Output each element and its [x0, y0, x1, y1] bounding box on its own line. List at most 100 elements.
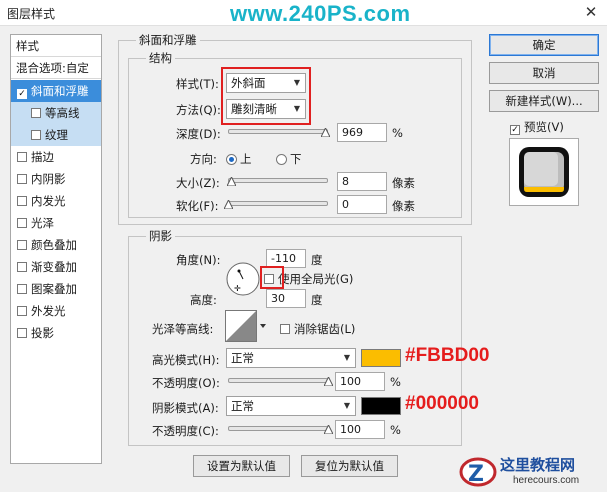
anti-alias-checkbox[interactable]: 消除锯齿(L): [280, 321, 355, 337]
list-item-contour[interactable]: 等高线: [11, 102, 101, 124]
checkbox-contour[interactable]: [31, 108, 41, 118]
soften-unit: 像素: [392, 199, 415, 213]
list-item-satin[interactable]: 光泽: [11, 212, 101, 234]
list-item-label: 投影: [31, 326, 54, 340]
list-item-label: 等高线: [45, 106, 80, 120]
gloss-contour-picker[interactable]: [225, 310, 267, 342]
checkbox-texture[interactable]: [31, 130, 41, 140]
size-label: 大小(Z):: [176, 176, 220, 190]
cancel-button[interactable]: 取消: [489, 62, 599, 84]
direction-down-label: 下: [290, 152, 302, 166]
highlight-mode-select[interactable]: 正常 ▼: [226, 348, 356, 368]
shadow-opacity-unit: %: [390, 423, 401, 437]
checkbox-inner-shadow[interactable]: [17, 174, 27, 184]
list-item-styles[interactable]: 样式: [11, 35, 101, 57]
preview-label: 预览(V): [524, 120, 564, 134]
ok-button[interactable]: 确定: [489, 34, 599, 56]
checkbox-inner-glow[interactable]: [17, 196, 27, 206]
altitude-input[interactable]: 30: [266, 289, 306, 308]
highlight-mode-value: 正常: [231, 351, 254, 365]
style-list: 样式 混合选项:自定 ✓ 斜面和浮雕 等高线 纹理 描边 内阴影 内发光 光泽 颜…: [10, 34, 102, 464]
radio-off-icon: [276, 154, 287, 165]
list-item-label: 颜色叠加: [31, 238, 77, 252]
highlight-box-global-light: [260, 266, 284, 289]
list-item-label: 描边: [31, 150, 54, 164]
list-item-color-overlay[interactable]: 颜色叠加: [11, 234, 101, 256]
soften-slider-thumb[interactable]: [223, 200, 233, 209]
svg-text:Z: Z: [468, 462, 484, 487]
chevron-down-icon: ▼: [343, 401, 350, 410]
list-item-label: 外发光: [31, 304, 66, 318]
depth-slider-thumb[interactable]: [320, 128, 330, 137]
checkbox-anti-alias: [280, 324, 290, 334]
list-item-label: 纹理: [45, 128, 68, 142]
list-item-label: 内发光: [31, 194, 66, 208]
preview-checkbox[interactable]: ✓ 预览(V): [510, 119, 564, 135]
list-item-texture[interactable]: 纹理: [11, 124, 101, 146]
list-item-bevel-emboss[interactable]: ✓ 斜面和浮雕: [11, 80, 101, 102]
highlight-opacity-thumb[interactable]: [323, 377, 333, 386]
new-style-button[interactable]: 新建样式(W)...: [489, 90, 599, 112]
depth-unit: %: [392, 126, 403, 140]
shadow-opacity-slider[interactable]: [228, 426, 328, 431]
highlight-color-swatch[interactable]: [361, 349, 401, 367]
checkbox-pattern-overlay[interactable]: [17, 284, 27, 294]
close-icon[interactable]: ✕: [579, 2, 603, 22]
angle-label: 角度(N):: [176, 253, 221, 267]
direction-up-label: 上: [240, 152, 252, 166]
list-item-inner-glow[interactable]: 内发光: [11, 190, 101, 212]
direction-down-radio[interactable]: 下: [276, 151, 302, 167]
angle-dial[interactable]: ✛: [226, 262, 260, 296]
shadow-mode-select[interactable]: 正常 ▼: [226, 396, 356, 416]
checkbox-gradient-overlay[interactable]: [17, 262, 27, 272]
size-slider-thumb[interactable]: [226, 177, 236, 186]
shadow-mode-label: 阴影模式(A):: [152, 401, 219, 415]
list-item-drop-shadow[interactable]: 投影: [11, 322, 101, 344]
depth-slider[interactable]: [228, 129, 328, 134]
direction-up-radio[interactable]: 上: [226, 151, 252, 167]
altitude-label: 高度:: [190, 293, 217, 307]
structure-title: 结构: [146, 50, 175, 66]
checkbox-color-overlay[interactable]: [17, 240, 27, 250]
checkbox-bevel-emboss[interactable]: ✓: [17, 89, 27, 99]
highlight-hex-label: #FBBD00: [405, 345, 490, 366]
checkbox-drop-shadow[interactable]: [17, 328, 27, 338]
list-item-outer-glow[interactable]: 外发光: [11, 300, 101, 322]
list-item-label: 混合选项:自定: [16, 61, 89, 75]
reset-default-button[interactable]: 复位为默认值: [301, 455, 398, 477]
shading-title: 阴影: [146, 228, 175, 244]
list-item-label: 样式: [16, 39, 39, 53]
logo-title: 这里教程网: [500, 456, 576, 474]
list-item-gradient-overlay[interactable]: 渐变叠加: [11, 256, 101, 278]
list-item-label: 斜面和浮雕: [31, 84, 89, 98]
shadow-mode-value: 正常: [231, 399, 254, 413]
depth-input[interactable]: 969: [337, 123, 387, 142]
checkbox-outer-glow[interactable]: [17, 306, 27, 316]
highlight-opacity-input[interactable]: 100: [335, 372, 385, 391]
list-item-label: 图案叠加: [31, 282, 77, 296]
highlight-mode-label: 高光模式(H):: [152, 353, 220, 367]
shadow-opacity-thumb[interactable]: [323, 425, 333, 434]
soften-slider[interactable]: [228, 201, 328, 206]
highlight-opacity-slider[interactable]: [228, 378, 328, 383]
soften-label: 软化(F):: [176, 199, 219, 213]
size-unit: 像素: [392, 176, 415, 190]
direction-label: 方向:: [190, 152, 217, 166]
list-item-blending-options[interactable]: 混合选项:自定: [11, 57, 101, 79]
list-item-stroke[interactable]: 描边: [11, 146, 101, 168]
list-item-pattern-overlay[interactable]: 图案叠加: [11, 278, 101, 300]
anti-alias-label: 消除锯齿(L): [294, 322, 356, 336]
make-default-button[interactable]: 设置为默认值: [193, 455, 290, 477]
soften-input[interactable]: 0: [337, 195, 387, 214]
preview-thumbnail-icon: [519, 147, 569, 197]
shadow-color-swatch[interactable]: [361, 397, 401, 415]
highlight-opacity-unit: %: [390, 375, 401, 389]
logo-z-icon: Z: [459, 457, 497, 487]
checkbox-stroke[interactable]: [17, 152, 27, 162]
shadow-opacity-input[interactable]: 100: [335, 420, 385, 439]
size-slider[interactable]: [228, 178, 328, 183]
site-logo: Z 这里教程网 herecours.com: [458, 450, 607, 492]
checkbox-satin[interactable]: [17, 218, 27, 228]
list-item-inner-shadow[interactable]: 内阴影: [11, 168, 101, 190]
size-input[interactable]: 8: [337, 172, 387, 191]
